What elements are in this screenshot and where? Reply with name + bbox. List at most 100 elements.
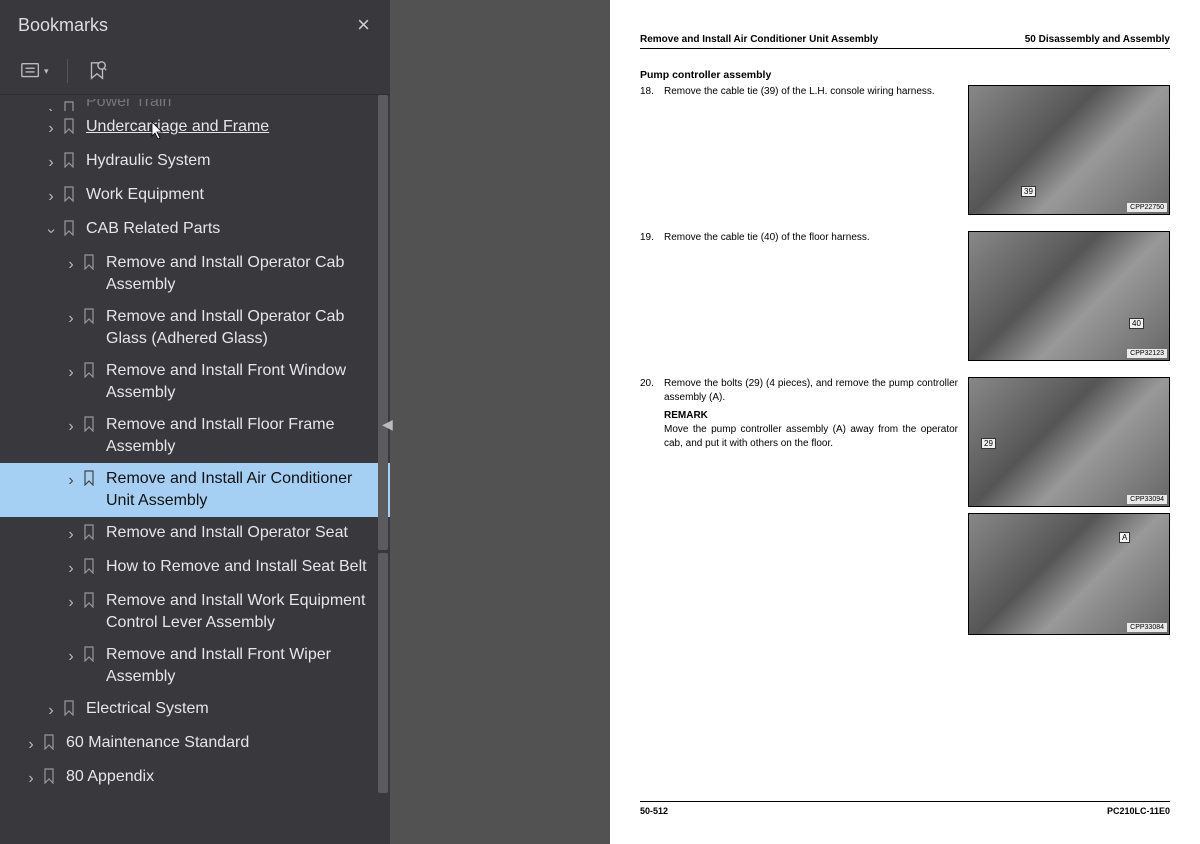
bookmark-icon: [40, 734, 58, 750]
bookmark-icon: [80, 558, 98, 574]
bookmark-icon: [60, 101, 78, 111]
bookmark-item[interactable]: › 80 Appendix: [0, 761, 390, 795]
bookmark-item[interactable]: › Remove and Install Front Wiper Assembly: [0, 639, 390, 693]
figure-id: CPP22750: [1127, 203, 1167, 212]
bookmark-item[interactable]: › Electrical System: [0, 693, 390, 727]
step-text: Remove the cable tie (39) of the L.H. co…: [664, 85, 935, 99]
scrollbar-thumb[interactable]: [378, 95, 388, 550]
bookmark-icon: [80, 524, 98, 540]
collapse-sidebar-icon[interactable]: ◀: [382, 416, 393, 433]
figure-id: CPP33094: [1127, 495, 1167, 504]
footer-model: PC210LC-11E0: [1107, 806, 1170, 816]
chevron-right-icon: ›: [62, 308, 80, 330]
options-icon[interactable]: ▾: [16, 56, 53, 86]
bookmark-item[interactable]: › Remove and Install Operator Cab Assembl…: [0, 247, 390, 301]
figure-image: ACPP33084: [968, 513, 1170, 635]
header-left: Remove and Install Air Conditioner Unit …: [640, 34, 878, 45]
bookmark-item[interactable]: › Remove and Install Front Window Assembl…: [0, 355, 390, 409]
figure-id: CPP32123: [1127, 349, 1167, 358]
bookmark-icon: [80, 646, 98, 662]
instruction-step: 20. Remove the bolts (29) (4 pieces), and…: [640, 377, 1170, 641]
remark-label: REMARK: [664, 410, 958, 421]
bookmark-label: Remove and Install Front Window Assembly: [106, 360, 380, 404]
bookmarks-sidebar: Bookmarks × ▾ › Power Train › Undercarria…: [0, 0, 390, 844]
bookmark-item[interactable]: › CAB Related Parts: [0, 213, 390, 247]
bookmark-label: Remove and Install Air Conditioner Unit …: [106, 468, 380, 512]
chevron-right-icon: ›: [62, 524, 80, 546]
bookmark-icon: [80, 254, 98, 270]
bookmark-label: Remove and Install Operator Cab Glass (A…: [106, 306, 380, 350]
chevron-right-icon: ›: [62, 558, 80, 580]
scrollbar[interactable]: [378, 95, 388, 844]
instruction-step: 19. Remove the cable tie (40) of the floo…: [640, 231, 1170, 367]
bookmark-label: CAB Related Parts: [86, 218, 380, 240]
bookmark-item[interactable]: › Hydraulic System: [0, 145, 390, 179]
chevron-right-icon: ›: [62, 646, 80, 668]
bookmark-item[interactable]: ›60 Maintenance Standard: [0, 727, 390, 761]
bookmark-icon: [80, 362, 98, 378]
sidebar-toolbar: ▾: [0, 50, 390, 95]
bookmark-item[interactable]: › Power Train: [0, 99, 390, 111]
header-right: 50 Disassembly and Assembly: [1025, 34, 1170, 45]
bookmark-label: Work Equipment: [86, 184, 380, 206]
page-footer: 50-512 PC210LC-11E0: [640, 801, 1170, 816]
chevron-right-icon: ›: [62, 362, 80, 384]
bookmark-label: Remove and Install Floor Frame Assembly: [106, 414, 380, 458]
sidebar-title: Bookmarks: [18, 15, 351, 36]
figure-image: 29CPP33094: [968, 377, 1170, 507]
bookmark-label: Power Train: [86, 99, 380, 111]
bookmark-icon: [80, 470, 98, 486]
figure-image: 39 CPP22750: [968, 85, 1170, 215]
bookmark-label: Undercarriage and Frame: [86, 116, 380, 138]
chevron-right-icon: ›: [42, 700, 60, 722]
page-header: Remove and Install Air Conditioner Unit …: [640, 34, 1170, 49]
step-text: Remove the cable tie (40) of the floor h…: [664, 231, 870, 245]
bookmark-item[interactable]: ›How to Remove and Install Seat Belt: [0, 551, 390, 585]
footer-page-number: 50-512: [640, 806, 668, 816]
bookmark-item[interactable]: ›Remove and Install Operator Seat: [0, 517, 390, 551]
chevron-right-icon: ›: [42, 152, 60, 174]
bookmark-label: 60 Maintenance Standard: [66, 732, 380, 754]
chevron-right-icon: ›: [42, 186, 60, 208]
remark-text: Move the pump controller assembly (A) aw…: [664, 423, 958, 450]
bookmark-label: Remove and Install Front Wiper Assembly: [106, 644, 380, 688]
document-page: Remove and Install Air Conditioner Unit …: [610, 0, 1200, 844]
subsection-title: Pump controller assembly: [640, 69, 1170, 81]
bookmark-icon: [60, 700, 78, 716]
bookmark-icon: [60, 186, 78, 202]
chevron-right-icon: ›: [62, 592, 80, 614]
bookmark-item[interactable]: ›Remove and Install Work Equipment Contr…: [0, 585, 390, 639]
chevron-right-icon: ›: [62, 416, 80, 438]
chevron-right-icon: ›: [62, 470, 80, 492]
bookmark-icon: [80, 416, 98, 432]
step-number: 20.: [640, 377, 656, 391]
figure-image: 40 CPP32123: [968, 231, 1170, 361]
callout-label: 39: [1021, 186, 1036, 197]
find-bookmark-icon[interactable]: [82, 56, 112, 86]
close-icon[interactable]: ×: [351, 10, 376, 40]
bookmark-icon: [80, 592, 98, 608]
bookmark-label: Remove and Install Operator Cab Assembly: [106, 252, 380, 296]
scrollbar-thumb-2[interactable]: [378, 553, 388, 793]
bookmark-item[interactable]: › Remove and Install Floor Frame Assembly: [0, 409, 390, 463]
sidebar-header: Bookmarks ×: [0, 0, 390, 50]
bookmark-tree: › Power Train ›Undercarriage and Frame›H…: [0, 95, 390, 844]
callout-label: 40: [1129, 318, 1144, 329]
bookmark-icon: [60, 118, 78, 134]
chevron-right-icon: ›: [62, 254, 80, 276]
bookmark-label: 80 Appendix: [66, 766, 380, 788]
chevron-right-icon: ›: [22, 768, 40, 790]
bookmark-item[interactable]: › Remove and Install Air Conditioner Unit…: [0, 463, 390, 517]
bookmark-item[interactable]: › Remove and Install Operator Cab Glass (…: [0, 301, 390, 355]
step-text: Remove the bolts (29) (4 pieces), and re…: [664, 377, 958, 404]
bookmark-label: Electrical System: [86, 698, 380, 720]
mouse-cursor-icon: [150, 121, 166, 146]
bookmark-item[interactable]: › Undercarriage and Frame: [0, 111, 390, 145]
callout-label: A: [1119, 532, 1130, 543]
chevron-down-icon: ›: [40, 222, 62, 240]
chevron-right-icon: ›: [42, 118, 60, 140]
bookmark-item[interactable]: › Work Equipment: [0, 179, 390, 213]
bookmark-icon: [60, 220, 78, 236]
step-number: 19.: [640, 231, 656, 245]
bookmark-label: Hydraulic System: [86, 150, 380, 172]
